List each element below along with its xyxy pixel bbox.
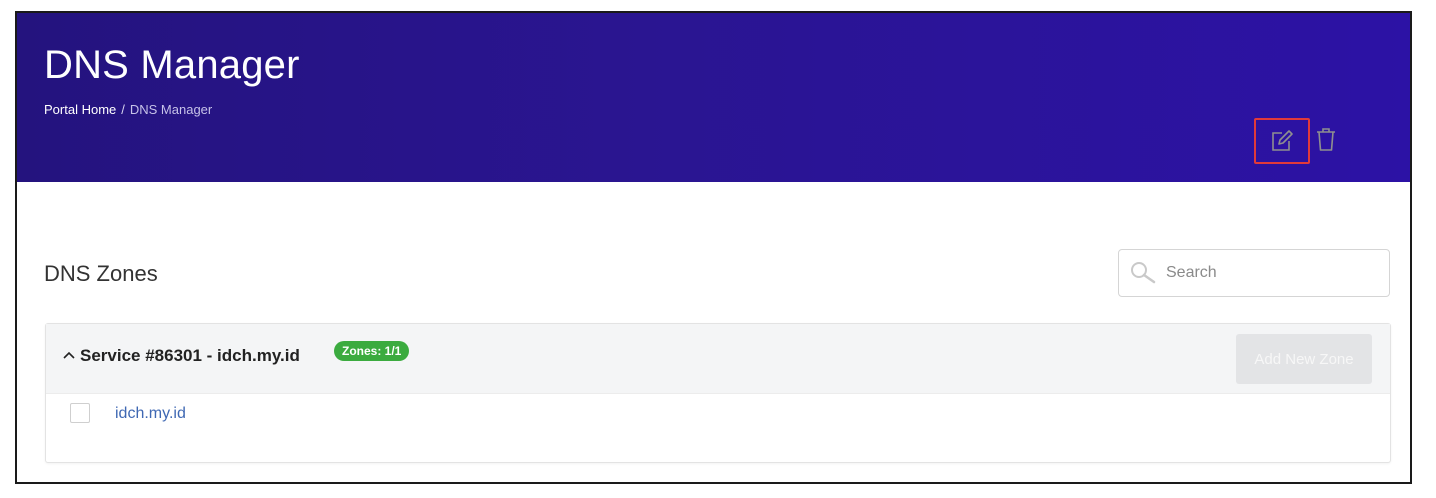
breadcrumb-current: DNS Manager (129, 102, 213, 117)
search-icon (1131, 262, 1156, 284)
page-title: DNS Manager (44, 43, 300, 87)
chevron-up-icon[interactable] (62, 348, 76, 362)
page-frame: DNS Manager Portal Home / DNS Manager DN… (15, 11, 1412, 484)
zone-row: idch.my.id (46, 393, 1390, 463)
add-new-zone-button[interactable]: Add New Zone (1236, 334, 1372, 384)
zones-count-badge: Zones: 1/1 (334, 341, 410, 361)
zone-checkbox[interactable] (70, 403, 90, 423)
breadcrumb: Portal Home / DNS Manager (44, 102, 212, 117)
service-card: Service #86301 - idch.my.id Zones: 1/1 A… (45, 323, 1391, 463)
section-title: DNS Zones (44, 261, 158, 286)
breadcrumb-separator: / (121, 102, 125, 117)
breadcrumb-home-link[interactable]: Portal Home (44, 102, 116, 117)
delete-zone-button[interactable] (1313, 124, 1339, 154)
service-title: Service #86301 - idch.my.id (80, 346, 300, 365)
service-card-header: Service #86301 - idch.my.id Zones: 1/1 A… (46, 324, 1390, 394)
zone-name-link[interactable]: idch.my.id (115, 405, 186, 423)
page-header: DNS Manager Portal Home / DNS Manager (17, 13, 1410, 182)
search-input[interactable] (1164, 263, 1368, 283)
search-box[interactable] (1118, 249, 1390, 297)
edit-zone-button[interactable] (1254, 118, 1310, 164)
edit-icon (1272, 130, 1293, 151)
trash-icon (1317, 128, 1335, 151)
